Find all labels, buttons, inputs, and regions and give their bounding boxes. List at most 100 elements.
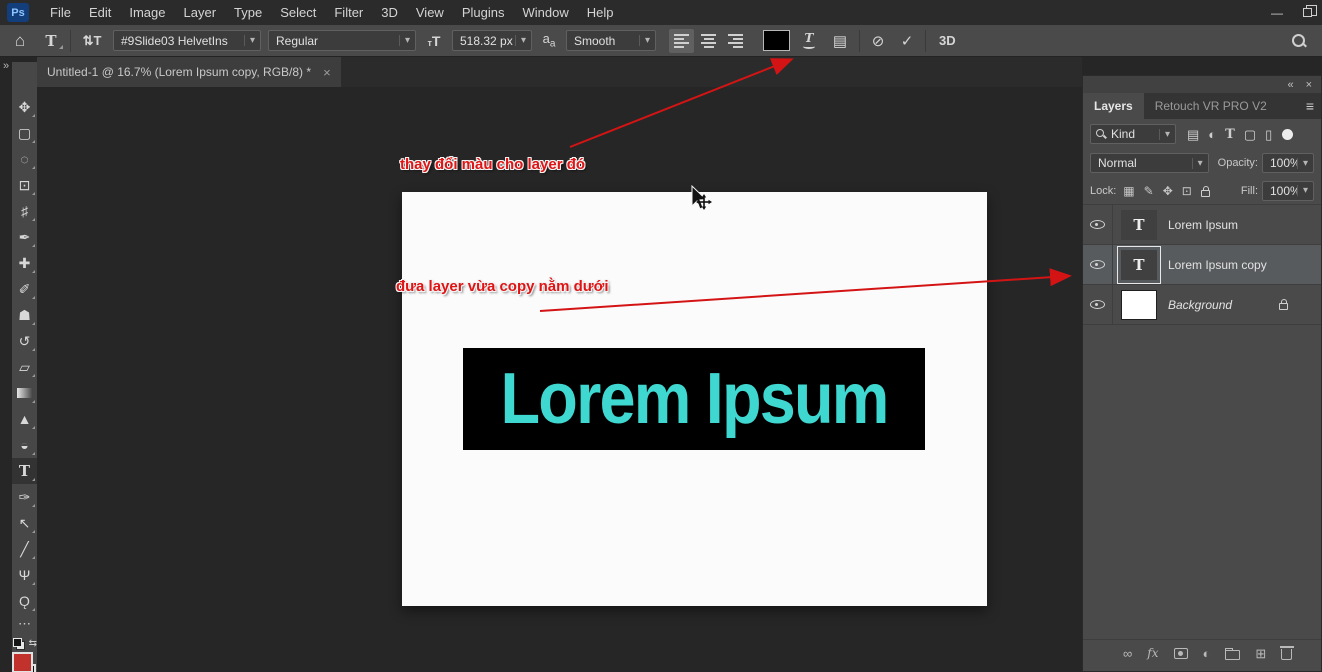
- restore-icon: [1303, 8, 1312, 17]
- menu-item[interactable]: View: [407, 0, 453, 25]
- fill-select[interactable]: 100% ▾: [1262, 181, 1314, 201]
- edit-toolbar-dots[interactable]: ⋯: [12, 614, 37, 636]
- align-right-button[interactable]: [723, 29, 748, 53]
- filter-pixel-layers-icon[interactable]: ▤: [1187, 128, 1199, 141]
- default-colors-icon[interactable]: [13, 638, 25, 650]
- filter-adjustment-layers-icon[interactable]: ◐: [1208, 128, 1216, 141]
- zoom-tool[interactable]: Ǫ: [12, 588, 37, 614]
- eraser-tool[interactable]: ▱: [12, 354, 37, 380]
- lock-position-icon[interactable]: ✥: [1163, 185, 1173, 197]
- panel-menu-icon[interactable]: ≡: [1306, 93, 1314, 119]
- menu-item[interactable]: Image: [120, 0, 174, 25]
- text-color-swatch[interactable]: [763, 30, 790, 51]
- restore-button[interactable]: [1292, 0, 1322, 25]
- menu-item[interactable]: Select: [271, 0, 325, 25]
- delete-layer-icon[interactable]: [1281, 649, 1292, 660]
- line-tool[interactable]: ╱: [12, 536, 37, 562]
- blur-tool[interactable]: ▲: [12, 406, 37, 432]
- font-style-select[interactable]: Regular ▾: [268, 30, 416, 51]
- crop-tool[interactable]: ♯: [12, 198, 37, 224]
- home-icon[interactable]: ⌂: [8, 31, 32, 51]
- move-tool[interactable]: ✥: [12, 94, 37, 120]
- lock-artboard-icon[interactable]: ⊡: [1182, 185, 1192, 197]
- Lorem Ipsum copy[interactable]: T Lorem Ipsum copy: [1083, 245, 1321, 285]
- link-layers-icon[interactable]: ∞: [1123, 647, 1132, 660]
- brush-tool[interactable]: ✐: [12, 276, 37, 302]
- blend-mode-select[interactable]: Normal ▾: [1090, 153, 1209, 173]
- layer-style-icon[interactable]: fx: [1147, 647, 1158, 659]
- layer-thumbnail[interactable]: [1121, 290, 1157, 320]
- active-tool-icon[interactable]: T: [39, 32, 63, 50]
- filter-type-layers-icon[interactable]: T: [1225, 128, 1235, 141]
- filter-smart-objects-icon[interactable]: ▯: [1265, 128, 1272, 141]
- document-canvas[interactable]: Lorem Ipsum: [402, 192, 987, 606]
- menu-item[interactable]: Type: [225, 0, 271, 25]
- swap-colors-icon[interactable]: ⇆: [29, 638, 37, 649]
- lasso-tool[interactable]: ◌: [12, 146, 37, 172]
- pen-tool[interactable]: ✑: [12, 484, 37, 510]
- 3d-button[interactable]: 3D: [933, 33, 962, 48]
- lock-image-pixels-icon[interactable]: ✎: [1144, 185, 1154, 197]
- type-tool[interactable]: T: [12, 458, 37, 484]
- add-mask-icon[interactable]: [1174, 648, 1188, 659]
- visibility-toggle[interactable]: [1083, 285, 1113, 325]
- history-brush-tool[interactable]: ↺: [12, 328, 37, 354]
- menu-item[interactable]: Filter: [325, 0, 372, 25]
- object-selection-tool[interactable]: ⊡: [12, 172, 37, 198]
- font-size-select[interactable]: 518.32 px ▾: [452, 30, 532, 51]
- align-left-button[interactable]: [669, 29, 694, 53]
- filter-toggle-switch[interactable]: [1282, 129, 1293, 140]
- menu-item[interactable]: Help: [578, 0, 623, 25]
- Lorem Ipsum[interactable]: T Lorem Ipsum: [1083, 205, 1321, 245]
- new-group-icon[interactable]: [1225, 650, 1240, 660]
- warp-text-icon[interactable]: T: [797, 33, 821, 49]
- align-center-button[interactable]: [696, 29, 721, 53]
- menu-item[interactable]: Plugins: [453, 0, 514, 25]
- antialias-select[interactable]: Smooth ▾: [566, 30, 656, 51]
- gradient-tool[interactable]: [12, 380, 37, 406]
- lock-transparency-icon[interactable]: ▦: [1123, 185, 1134, 197]
- filter-shape-layers-icon[interactable]: ▢: [1244, 128, 1256, 141]
- adjustment-layer-icon[interactable]: ◐: [1203, 647, 1211, 660]
- minimize-button[interactable]: —: [1262, 0, 1292, 25]
- collapse-panel-icon[interactable]: «: [1287, 79, 1293, 91]
- layer-thumbnail[interactable]: T: [1121, 210, 1157, 240]
- search-icon[interactable]: [1290, 32, 1308, 50]
- menu-item[interactable]: Layer: [175, 0, 226, 25]
- visibility-toggle[interactable]: [1083, 245, 1113, 285]
- foreground-color-swatch[interactable]: [12, 652, 33, 672]
- panel-tab[interactable]: Layers: [1083, 93, 1144, 119]
- menu-item[interactable]: Window: [513, 0, 577, 25]
- dodge-tool[interactable]: ◒: [12, 432, 37, 458]
- new-layer-icon[interactable]: ⊞: [1255, 647, 1266, 660]
- filter-kind-select[interactable]: Kind ▾: [1090, 124, 1176, 144]
- toggle-panels-icon[interactable]: ▤: [828, 32, 852, 50]
- font-family-select[interactable]: #9Slide03 HelvetIns ▾: [113, 30, 261, 51]
- menu-item[interactable]: 3D: [372, 0, 407, 25]
- marquee-tool[interactable]: ▢: [12, 120, 37, 146]
- panel-tab[interactable]: Retouch VR PRO V2: [1144, 93, 1278, 119]
- Background[interactable]: Background: [1083, 285, 1321, 325]
- eyedropper-tool[interactable]: ✒: [12, 224, 37, 250]
- menu-item[interactable]: Edit: [80, 0, 120, 25]
- hand-tool[interactable]: Ψ: [12, 562, 37, 588]
- cancel-edit-button[interactable]: ⊘: [867, 32, 889, 50]
- layer-thumbnail[interactable]: T: [1121, 250, 1157, 280]
- close-document-icon[interactable]: ×: [323, 65, 331, 80]
- healing-brush-tool[interactable]: ✚: [12, 250, 37, 276]
- text-layer-band[interactable]: Lorem Ipsum: [463, 348, 925, 450]
- path-selection-tool[interactable]: ↖: [12, 510, 37, 536]
- menu-item[interactable]: File: [41, 0, 80, 25]
- expand-panel-chevrons[interactable]: »: [0, 60, 12, 72]
- document-tab[interactable]: Untitled-1 @ 16.7% (Lorem Ipsum copy, RG…: [37, 57, 341, 87]
- clone-stamp-tool[interactable]: ☗: [12, 302, 37, 328]
- visibility-toggle[interactable]: [1083, 205, 1113, 245]
- annotation-note-1: thay đổi màu cho layer đó: [400, 156, 585, 173]
- lock-all-icon[interactable]: [1201, 190, 1210, 197]
- opacity-select[interactable]: 100% ▾: [1262, 153, 1314, 173]
- lock-label: Lock:: [1090, 185, 1116, 197]
- commit-edit-button[interactable]: ✓: [896, 32, 918, 50]
- close-panel-icon[interactable]: ×: [1306, 79, 1312, 91]
- text-orientation-icon[interactable]: ⇅T: [78, 33, 106, 49]
- tool-glyph: ✑: [19, 490, 31, 504]
